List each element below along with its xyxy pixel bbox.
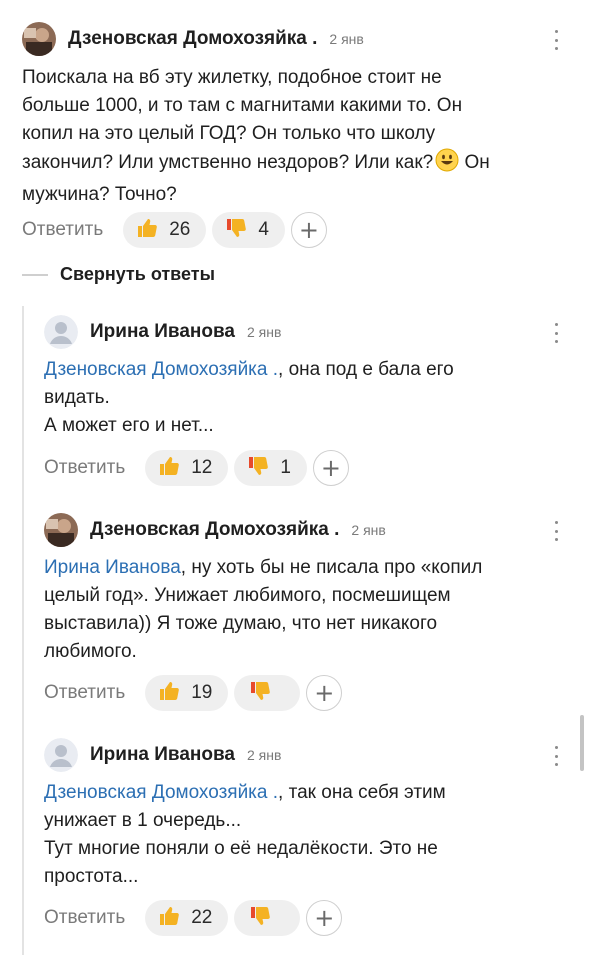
dislike-count: 1 [280,457,291,478]
mention-link[interactable]: Ирина Иванова [44,557,181,578]
more-options-icon[interactable] [546,28,566,52]
dislike-button[interactable] [234,675,301,711]
comment-text: Поискала на вб эту жилетку, подобное сто… [22,67,490,205]
thumbs-up-icon [157,454,181,483]
mention-link[interactable]: Дзеновская Домохозяйка . [44,359,278,380]
add-reaction-button[interactable]: + [312,450,349,486]
dislike-count: 4 [258,219,269,240]
like-button[interactable]: 26 [123,212,207,248]
comment-text: Ирина Иванова, ну хоть бы не писала про … [44,557,483,662]
like-count: 26 [169,219,191,240]
author-name[interactable]: Дзеновская Домохозяйка . [90,519,339,541]
avatar[interactable] [22,22,56,56]
thumbs-down-icon [246,454,270,483]
divider [22,273,48,276]
add-reaction-button[interactable]: + [290,212,327,248]
avatar[interactable] [44,315,78,349]
comment-date: 2 янв [351,522,386,538]
scrollbar[interactable] [580,715,584,771]
like-count: 22 [191,907,213,928]
comment-header: Дзеновская Домохозяйка . 2 янв [44,513,386,547]
thread-line [22,306,24,955]
thumbs-up-icon [135,216,159,245]
add-reaction-button[interactable]: + [306,900,343,936]
thumbs-down-icon [248,679,272,708]
thumbs-down-icon [248,904,272,933]
more-options-icon[interactable] [546,519,566,543]
author-name[interactable]: Ирина Иванова [90,321,235,343]
avatar[interactable] [44,513,78,547]
reply-button[interactable]: Ответить [22,219,103,241]
like-button[interactable]: 19 [145,675,229,711]
add-reaction-button[interactable]: + [306,675,343,711]
thumbs-up-icon [157,679,181,708]
author-name[interactable]: Ирина Иванова [90,744,235,766]
smiley-emoji-icon [435,148,459,181]
thumbs-down-icon [224,216,248,245]
comment-actions: Ответить 22 + [44,900,343,936]
comment-text: Дзеновская Домохозяйка ., она под е бала… [44,359,454,436]
comment-date: 2 янв [247,324,282,340]
more-options-icon[interactable] [546,744,566,768]
comment-text: Дзеновская Домохозяйка ., так она себя э… [44,782,446,887]
comment-actions: Ответить 26 4 + [22,212,327,248]
like-count: 12 [191,457,213,478]
comment-actions: Ответить 19 + [44,675,343,711]
dislike-button[interactable]: 4 [212,212,285,248]
collapse-replies-label: Свернуть ответы [60,264,215,284]
comment-header: Дзеновская Домохозяйка . 2 янв [22,22,364,56]
dislike-button[interactable] [234,900,301,936]
like-button[interactable]: 12 [145,450,229,486]
like-count: 19 [191,682,213,703]
like-button[interactable]: 22 [145,900,229,936]
dislike-button[interactable]: 1 [234,450,307,486]
comment-date: 2 янв [329,31,364,47]
comment-actions: Ответить 12 1 + [44,450,349,486]
thumbs-up-icon [157,904,181,933]
reply-button[interactable]: Ответить [44,682,125,704]
mention-link[interactable]: Дзеновская Домохозяйка . [44,782,278,803]
comment-header: Ирина Иванова 2 янв [44,315,281,349]
reply-button[interactable]: Ответить [44,457,125,479]
comment-date: 2 янв [247,747,282,763]
avatar[interactable] [44,738,78,772]
reply-button[interactable]: Ответить [44,907,125,929]
more-options-icon[interactable] [546,321,566,345]
author-name[interactable]: Дзеновская Домохозяйка . [68,28,317,50]
comment-header: Ирина Иванова 2 янв [44,738,281,772]
collapse-replies-button[interactable]: Свернуть ответы [22,264,215,285]
